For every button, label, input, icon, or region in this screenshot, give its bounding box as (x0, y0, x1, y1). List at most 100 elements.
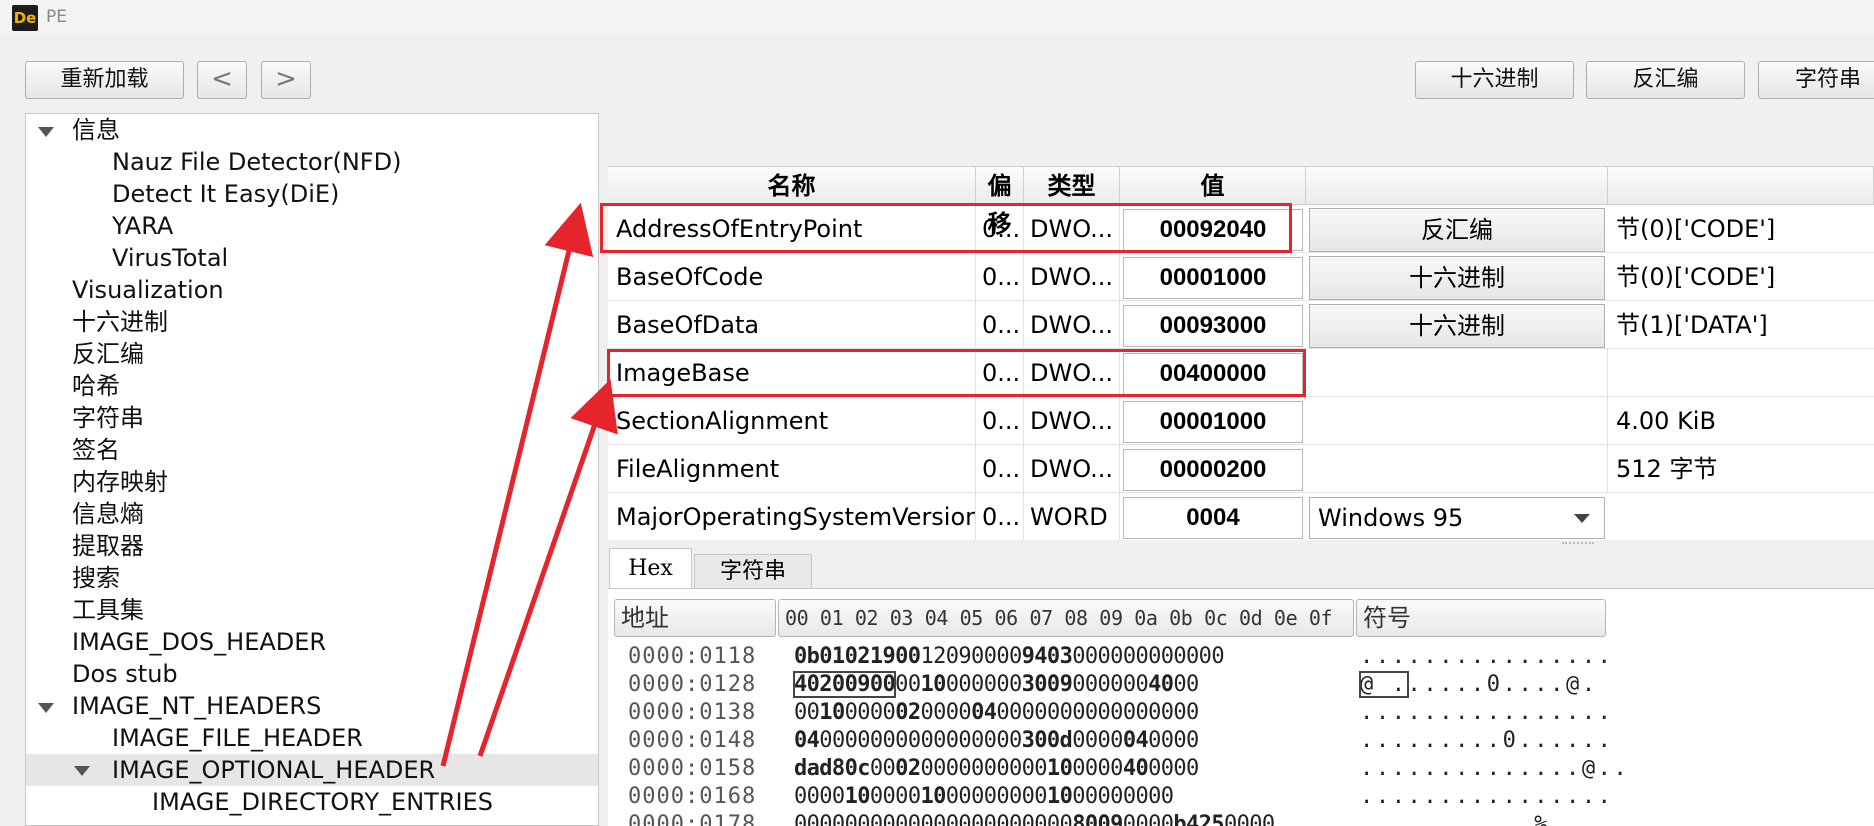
hex-address: 0000:0158 (628, 756, 757, 781)
expand-arrow-icon[interactable] (38, 127, 54, 137)
hex-symbols: ..............@.. (1360, 756, 1630, 781)
tree-item-search[interactable]: 搜索 (72, 562, 120, 594)
table-row[interactable]: MajorOperatingSystemVersion 0... WORD 00… (608, 493, 1874, 540)
hex-address: 0000:0118 (628, 644, 757, 669)
field-name: FileAlignment (608, 445, 976, 493)
field-type: DWO... (1024, 397, 1120, 445)
tree-item-hash[interactable]: 哈希 (72, 370, 120, 402)
expand-arrow-icon[interactable] (38, 703, 54, 713)
column-header-value[interactable]: 值 (1120, 167, 1306, 205)
hex-symbols: .........0...... (1360, 728, 1614, 753)
forward-button[interactable]: > (261, 61, 311, 99)
expand-arrow-icon[interactable] (74, 766, 90, 776)
field-offset: 0... (976, 493, 1024, 540)
chevron-down-icon (1574, 514, 1590, 523)
tree-item-yara[interactable]: YARA (112, 210, 173, 242)
field-name: BaseOfCode (608, 253, 976, 301)
tree-item-extractor[interactable]: 提取器 (72, 530, 144, 562)
splitter-handle[interactable] (1562, 542, 1594, 546)
hex-row-button[interactable]: 十六进制 (1309, 304, 1605, 348)
hex-button[interactable]: 十六进制 (1415, 61, 1574, 99)
hex-symbols: ...........% (1360, 812, 1551, 826)
column-header-type[interactable]: 类型 (1024, 167, 1120, 205)
app-logo: De (12, 5, 38, 31)
tree-item-signatures[interactable]: 签名 (72, 434, 120, 466)
field-name: ImageBase (608, 349, 976, 397)
reload-button[interactable]: 重新加载 (25, 61, 184, 99)
tree-item-directory-entries[interactable]: IMAGE_DIRECTORY_ENTRIES (152, 786, 493, 818)
tree-item-hex[interactable]: 十六进制 (72, 306, 168, 338)
column-header-info (1608, 167, 1874, 205)
disassemble-button[interactable]: 反汇编 (1586, 61, 1745, 99)
field-value-input[interactable]: 00000200 (1123, 449, 1303, 491)
tree-item-nfd[interactable]: Nauz File Detector(NFD) (112, 146, 401, 178)
tab-hex[interactable]: Hex (609, 548, 692, 590)
tree-item-visualization[interactable]: Visualization (72, 274, 224, 306)
tree-item-strings[interactable]: 字符串 (72, 402, 144, 434)
hex-address: 0000:0128 (628, 672, 757, 697)
strings-button[interactable]: 字符串 (1758, 61, 1874, 99)
field-value-input[interactable]: 00093000 (1123, 305, 1303, 347)
tree-item-optional-header[interactable]: IMAGE_OPTIONAL_HEADER (26, 754, 598, 786)
column-header-action (1306, 167, 1608, 205)
tree-item-disasm[interactable]: 反汇编 (72, 338, 144, 370)
hex-bytes[interactable]: 000010000010000000001000000000 (794, 783, 1174, 811)
hex-row-button[interactable]: 十六进制 (1309, 256, 1605, 300)
table-row[interactable]: FileAlignment 0... DWO... 00000200 512 字… (608, 445, 1874, 493)
field-value-input[interactable]: 00092040 (1123, 209, 1303, 251)
hex-bytes[interactable]: 000000000000000000000080090000b4250000 (794, 811, 1275, 826)
hex-bytes[interactable]: 040000000000000000300d0000040000 (794, 727, 1199, 755)
tree-item-file-header[interactable]: IMAGE_FILE_HEADER (112, 722, 363, 754)
field-offset: 0... (976, 301, 1024, 349)
hex-bytes[interactable]: 40200900001000000030090000004000 (792, 671, 1199, 699)
field-name: AddressOfEntryPoint (608, 205, 976, 253)
tree-item-label: IMAGE_OPTIONAL_HEADER (112, 756, 436, 784)
field-offset: 0... (976, 445, 1024, 493)
action-cell-empty (1306, 397, 1608, 445)
field-type: DWO... (1024, 205, 1120, 253)
table-row[interactable]: BaseOfCode 0... DWO... 00001000 十六进制 节(0… (608, 253, 1874, 301)
table-row[interactable]: ImageBase 0... DWO... 00400000 (608, 349, 1874, 397)
field-type: DWO... (1024, 253, 1120, 301)
field-info (1608, 349, 1874, 397)
tree-item-dos-stub[interactable]: Dos stub (72, 658, 178, 690)
column-header-offset[interactable]: 偏移 (976, 167, 1024, 238)
table-row[interactable]: AddressOfEntryPoint 0... DWO... 00092040… (608, 205, 1874, 253)
field-value-input[interactable]: 0004 (1123, 497, 1303, 539)
hex-bytes[interactable]: 0b01021900120900009403000000000000 (794, 643, 1225, 671)
field-info: 节(0)['CODE'] (1616, 215, 1776, 243)
tree-item-die[interactable]: Detect It Easy(DiE) (112, 178, 339, 210)
field-name: SectionAlignment (608, 397, 976, 445)
field-type: DWO... (1024, 349, 1120, 397)
tab-strings[interactable]: 字符串 (694, 554, 812, 588)
navigation-tree[interactable]: 信息 Nauz File Detector(NFD) Detect It Eas… (25, 113, 599, 826)
tree-item-dos-header[interactable]: IMAGE_DOS_HEADER (72, 626, 326, 658)
hex-bytes[interactable]: dad80c00020000000000100000400000 (794, 755, 1199, 783)
field-type: DWO... (1024, 445, 1120, 493)
tree-item-memory-map[interactable]: 内存映射 (72, 466, 168, 498)
tree-item-tools[interactable]: 工具集 (72, 594, 144, 626)
tree-item-info[interactable]: 信息 (72, 114, 120, 146)
hex-view[interactable]: 地址 00 01 02 03 04 05 06 07 08 09 0a 0b 0… (608, 588, 1874, 826)
action-cell-empty (1306, 349, 1608, 397)
tree-item-entropy[interactable]: 信息熵 (72, 498, 144, 530)
hex-address: 0000:0148 (628, 728, 757, 753)
field-info: 节(1)['DATA'] (1616, 311, 1768, 339)
hex-address: 0000:0178 (628, 812, 757, 826)
table-row[interactable]: SectionAlignment 0... DWO... 00001000 4.… (608, 397, 1874, 445)
field-value-input[interactable]: 00400000 (1123, 353, 1303, 395)
os-version-select[interactable]: Windows 95 (1309, 497, 1605, 539)
hex-bytes[interactable]: 00100000020000040000000000000000 (794, 699, 1199, 727)
hex-address: 0000:0138 (628, 700, 757, 725)
disassemble-row-button[interactable]: 反汇编 (1309, 208, 1605, 252)
field-value-input[interactable]: 00001000 (1123, 257, 1303, 299)
field-value-input[interactable]: 00001000 (1123, 401, 1303, 443)
tree-item-nt-headers[interactable]: IMAGE_NT_HEADERS (72, 690, 321, 722)
back-button[interactable]: < (197, 61, 247, 99)
table-row[interactable]: BaseOfData 0... DWO... 00093000 十六进制 节(1… (608, 301, 1874, 349)
hex-header-columns: 00 01 02 03 04 05 06 07 08 09 0a 0b 0c 0… (778, 599, 1354, 637)
tree-item-virustotal[interactable]: VirusTotal (112, 242, 228, 274)
column-header-name[interactable]: 名称 (608, 167, 976, 205)
header-fields-table: 名称 偏移 类型 值 AddressOfEntryPoint 0... DWO.… (608, 166, 1874, 540)
hex-address: 0000:0168 (628, 784, 757, 809)
